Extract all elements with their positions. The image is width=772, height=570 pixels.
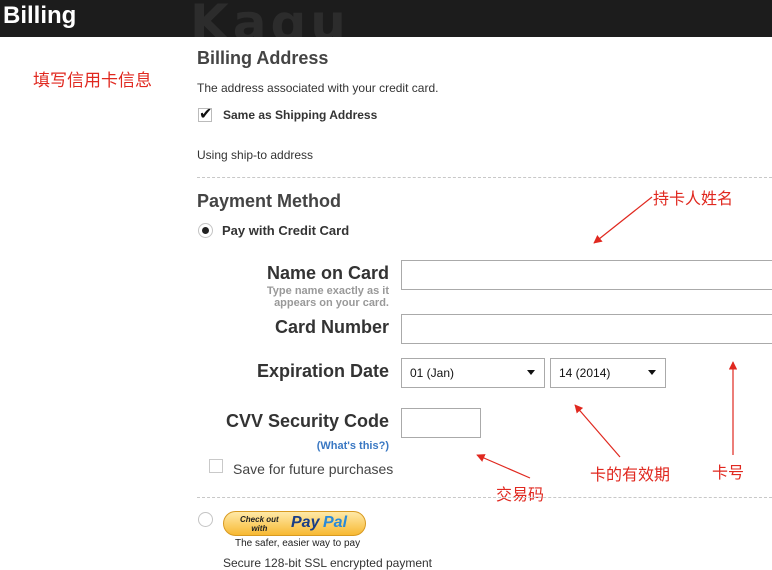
expiry-arrow bbox=[574, 404, 621, 458]
cardholder-arrow bbox=[593, 196, 653, 244]
annotation-arrows bbox=[476, 196, 738, 479]
security-code-arrow bbox=[476, 454, 531, 479]
